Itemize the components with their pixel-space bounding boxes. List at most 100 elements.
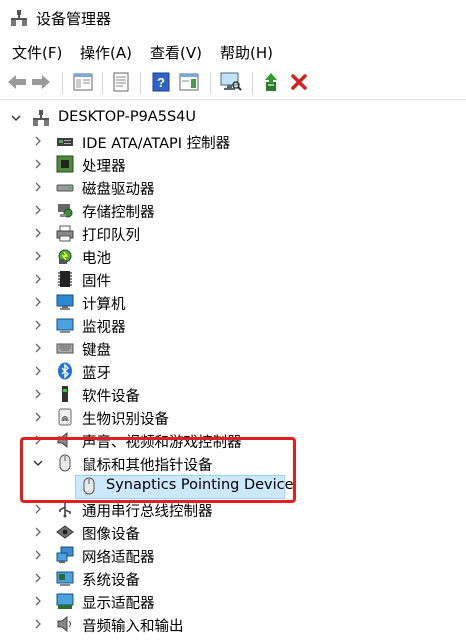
tree-root-node[interactable]: DESKTOP-P9A5S4U	[0, 107, 466, 130]
tree-node-label: 通用串行总线控制器	[82, 504, 213, 520]
menu-action[interactable]: 操作(A)	[80, 42, 132, 63]
tree-node-storage-controllers[interactable]: 存储控制器	[0, 199, 466, 222]
tree-node-label: 图像设备	[82, 527, 140, 543]
tree-root-label: DESKTOP-P9A5S4U	[58, 109, 196, 125]
tree-node-bluetooth[interactable]: 蓝牙	[0, 360, 466, 383]
tree-node-print-queues[interactable]: 打印队列	[0, 222, 466, 245]
tree-leaf-synaptics-pointing-device[interactable]: Synaptics Pointing Device	[0, 475, 466, 499]
chevron-right-icon[interactable]	[32, 388, 44, 400]
device-manager-icon	[11, 10, 27, 26]
tree-node-monitors[interactable]: 监视器	[0, 314, 466, 337]
tree-node-label: IDE ATA/ATAPI 控制器	[82, 136, 231, 152]
tree-node-label: 固件	[82, 274, 111, 290]
menu-help[interactable]: 帮助(H)	[220, 42, 273, 63]
tree-node-ide-controllers[interactable]: IDE ATA/ATAPI 控制器	[0, 130, 466, 153]
tree-node-label: 显示适配器	[82, 596, 155, 612]
action-pane-icon[interactable]	[178, 71, 200, 93]
disk-drive-icon	[56, 184, 74, 192]
chevron-right-icon[interactable]	[32, 434, 44, 446]
tree-node-label: 计算机	[82, 297, 126, 313]
tree-node-processors[interactable]: 处理器	[0, 153, 466, 176]
chevron-right-icon[interactable]	[32, 319, 44, 331]
toolbar-separator	[102, 72, 103, 94]
mouse-icon	[59, 454, 71, 472]
show-hide-console-tree-icon[interactable]	[72, 71, 94, 93]
tree-node-label: 监视器	[82, 320, 126, 336]
tree-node-label: 生物识别设备	[82, 412, 169, 428]
tree-node-label: 处理器	[82, 159, 126, 175]
scan-hardware-changes-icon[interactable]	[220, 71, 242, 93]
tree-node-usb-controllers[interactable]: 通用串行总线控制器	[0, 498, 466, 521]
chevron-right-icon[interactable]	[32, 549, 44, 561]
tree-node-audio-inputs-outputs[interactable]: 音频输入和输出	[0, 613, 466, 636]
tree-node-label: 音频输入和输出	[82, 619, 184, 635]
toolbar: ?	[0, 66, 466, 100]
tree-node-label: 声音、视频和游戏控制器	[82, 435, 242, 451]
computer-network-icon	[33, 110, 49, 126]
chevron-right-icon[interactable]	[32, 227, 44, 239]
tree-node-sound-video-game-controllers[interactable]: 声音、视频和游戏控制器	[0, 429, 466, 452]
system-device-icon	[56, 571, 74, 586]
tree-node-label: 电池	[82, 251, 111, 267]
properties-icon[interactable]	[110, 71, 132, 93]
bluetooth-icon	[58, 362, 72, 380]
chevron-down-icon[interactable]	[32, 457, 44, 469]
fingerprint-icon	[58, 408, 72, 426]
tree-node-system-devices[interactable]: 系统设备	[0, 567, 466, 590]
chevron-right-icon[interactable]	[32, 618, 44, 630]
device-tree: DESKTOP-P9A5S4U IDE ATA/ATAPI 控制器 处理器 磁盘…	[0, 100, 466, 640]
tree-node-label: 系统设备	[82, 573, 140, 589]
menu-bar: 文件(F) 操作(A) 查看(V) 帮助(H)	[0, 38, 466, 66]
tree-node-label: 磁盘驱动器	[82, 182, 155, 198]
chevron-right-icon[interactable]	[32, 250, 44, 262]
battery-icon	[58, 249, 72, 264]
display-adapter-icon	[56, 593, 74, 609]
tree-leaf-label: Synaptics Pointing Device	[106, 477, 294, 493]
window-title: 设备管理器	[36, 10, 112, 28]
tree-node-label: 键盘	[82, 343, 111, 359]
tree-node-computer[interactable]: 计算机	[0, 291, 466, 314]
tree-node-network-adapters[interactable]: 网络适配器	[0, 544, 466, 567]
network-adapter-icon	[56, 546, 74, 563]
uninstall-device-icon[interactable]	[288, 71, 310, 93]
title-bar: 设备管理器	[0, 0, 466, 36]
keyboard-icon	[56, 343, 74, 354]
tree-node-keyboards[interactable]: 键盘	[0, 337, 466, 360]
tree-node-label: 软件设备	[82, 389, 140, 405]
chevron-right-icon[interactable]	[32, 158, 44, 170]
back-arrow-icon[interactable]	[6, 71, 28, 93]
tree-node-imaging-devices[interactable]: 图像设备	[0, 521, 466, 544]
update-driver-icon[interactable]	[260, 71, 282, 93]
chevron-right-icon[interactable]	[32, 204, 44, 216]
tree-node-mice-pointing-devices[interactable]: 鼠标和其他指针设备	[0, 452, 466, 475]
tree-node-display-adapters[interactable]: 显示适配器	[0, 590, 466, 613]
chevron-right-icon[interactable]	[32, 181, 44, 193]
help-icon[interactable]: ?	[150, 71, 172, 93]
menu-view[interactable]: 查看(V)	[150, 42, 202, 63]
tree-node-label: 打印队列	[82, 228, 140, 244]
chevron-right-icon[interactable]	[32, 526, 44, 538]
tree-node-disk-drives[interactable]: 磁盘驱动器	[0, 176, 466, 199]
tree-node-software-devices[interactable]: 软件设备	[0, 383, 466, 406]
audio-speaker-icon	[57, 615, 71, 633]
chevron-right-icon[interactable]	[32, 503, 44, 515]
monitor-icon	[56, 318, 74, 333]
storage-controller-icon	[58, 204, 73, 218]
chevron-right-icon[interactable]	[32, 342, 44, 354]
chevron-right-icon[interactable]	[32, 595, 44, 607]
menu-file[interactable]: 文件(F)	[12, 42, 62, 63]
tree-node-firmware[interactable]: 固件	[0, 268, 466, 291]
chevron-right-icon[interactable]	[32, 273, 44, 285]
tree-node-batteries[interactable]: 电池	[0, 245, 466, 268]
chevron-right-icon[interactable]	[32, 572, 44, 584]
chevron-right-icon[interactable]	[32, 135, 44, 147]
chevron-right-icon[interactable]	[32, 411, 44, 423]
chevron-down-icon[interactable]	[10, 112, 22, 124]
chevron-right-icon[interactable]	[32, 365, 44, 377]
toolbar-separator	[252, 72, 253, 94]
chevron-right-icon[interactable]	[32, 296, 44, 308]
computer-monitor-icon	[56, 294, 74, 310]
toolbar-separator	[140, 72, 141, 94]
tree-node-biometric-devices[interactable]: 生物识别设备	[0, 406, 466, 429]
forward-arrow-icon[interactable]	[30, 71, 52, 93]
